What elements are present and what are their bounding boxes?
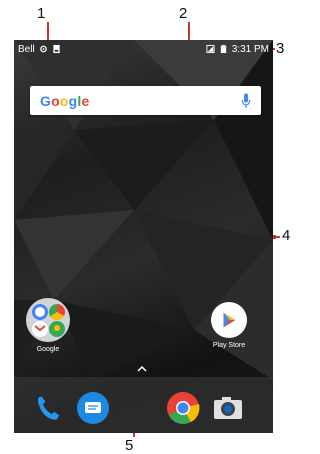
- chrome-icon[interactable]: [166, 391, 200, 425]
- status-bar: Bell 3:31 PM: [14, 40, 273, 58]
- google-folder-label: Google: [36, 346, 60, 353]
- chrome-mini-icon: [49, 304, 65, 320]
- logo-letter-e: e: [81, 92, 90, 109]
- messages-icon[interactable]: [76, 391, 110, 425]
- maps-icon: [49, 321, 65, 337]
- chevron-up-icon[interactable]: [135, 365, 149, 373]
- google-folder[interactable]: Google: [26, 298, 70, 353]
- gmail-icon: [32, 321, 48, 337]
- settings-icon: [39, 45, 47, 53]
- callout-1-line: [47, 22, 49, 42]
- microphone-icon[interactable]: [241, 93, 251, 109]
- callout-1: 1: [37, 5, 46, 22]
- callout-4: 4: [282, 227, 291, 244]
- play-store-icon: [211, 302, 247, 338]
- phone-icon[interactable]: [31, 391, 65, 425]
- logo-letter-g1: G: [40, 92, 52, 109]
- callout-5: 5: [125, 437, 134, 454]
- callout-2: 2: [179, 5, 188, 22]
- carrier-label: Bell: [18, 43, 35, 55]
- clock: 3:31 PM: [231, 43, 269, 55]
- camera-icon[interactable]: [211, 391, 245, 425]
- sd-card-icon: [53, 44, 60, 54]
- play-store-app[interactable]: Play Store: [204, 302, 254, 349]
- signal-icon: [206, 44, 215, 54]
- callout-3: 3: [276, 40, 285, 57]
- play-store-label: Play Store: [212, 342, 246, 349]
- google-app-icon: [32, 304, 48, 320]
- phone-screen: Bell 3:31 PM Google Google Play Store: [14, 40, 273, 433]
- logo-letter-o1: o: [51, 92, 60, 109]
- dock: [14, 377, 273, 433]
- google-logo: Google: [40, 93, 89, 109]
- folder-icon: [26, 298, 70, 342]
- google-search-bar[interactable]: Google: [30, 86, 261, 115]
- logo-letter-o2: o: [59, 92, 69, 109]
- callout-2-line: [188, 22, 190, 42]
- battery-icon: [220, 44, 226, 54]
